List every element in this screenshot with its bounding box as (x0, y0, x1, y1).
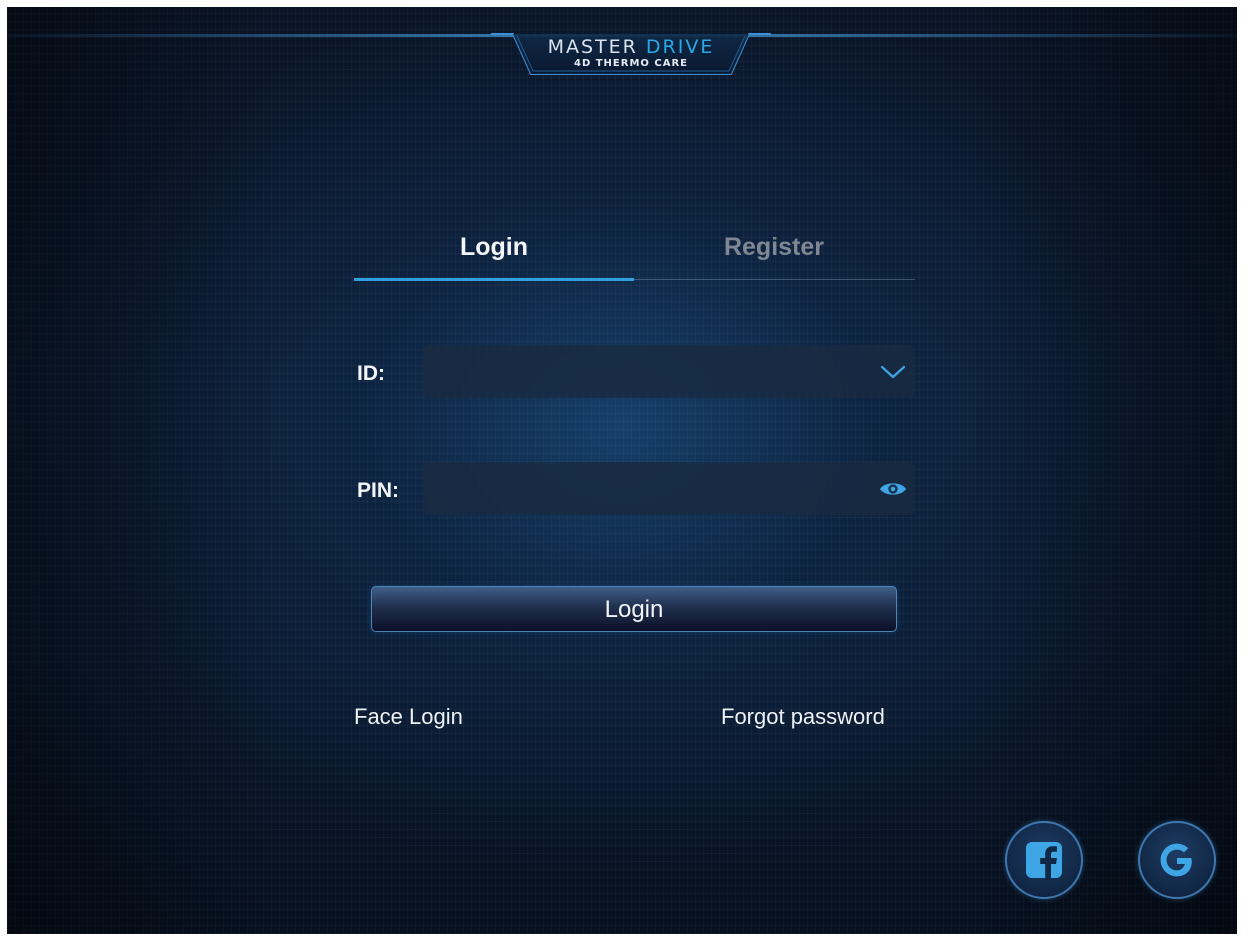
pin-field[interactable] (422, 462, 915, 517)
tab-register[interactable]: Register (634, 233, 914, 262)
login-button[interactable]: Login (371, 586, 897, 632)
logo-subtitle: 4D THERMO CARE (573, 58, 688, 69)
tab-login[interactable]: Login (354, 233, 634, 262)
login-screen: MASTER DRIVE 4D THERMO CARE Login Regist… (7, 7, 1237, 934)
chevron-down-icon[interactable] (879, 358, 907, 386)
active-tab-indicator (354, 278, 634, 281)
facebook-login-button[interactable] (1005, 821, 1083, 899)
logo: MASTER DRIVE 4D THERMO CARE (487, 26, 775, 82)
id-field[interactable] (422, 345, 915, 400)
pin-input[interactable] (436, 462, 860, 517)
id-label: ID: (357, 362, 385, 385)
facebook-icon (1026, 842, 1062, 880)
logo-title: MASTER DRIVE (487, 36, 775, 58)
eye-icon[interactable] (879, 475, 907, 503)
pin-label: PIN: (357, 479, 399, 502)
id-input[interactable] (436, 345, 860, 400)
logo-word-drive: DRIVE (645, 36, 715, 58)
face-login-link[interactable]: Face Login (354, 704, 463, 730)
google-login-button[interactable] (1138, 821, 1216, 899)
auth-tabs: Login Register (354, 227, 915, 281)
forgot-password-link[interactable]: Forgot password (721, 704, 885, 730)
logo-word-master: MASTER (547, 36, 638, 58)
google-icon (1160, 843, 1192, 877)
